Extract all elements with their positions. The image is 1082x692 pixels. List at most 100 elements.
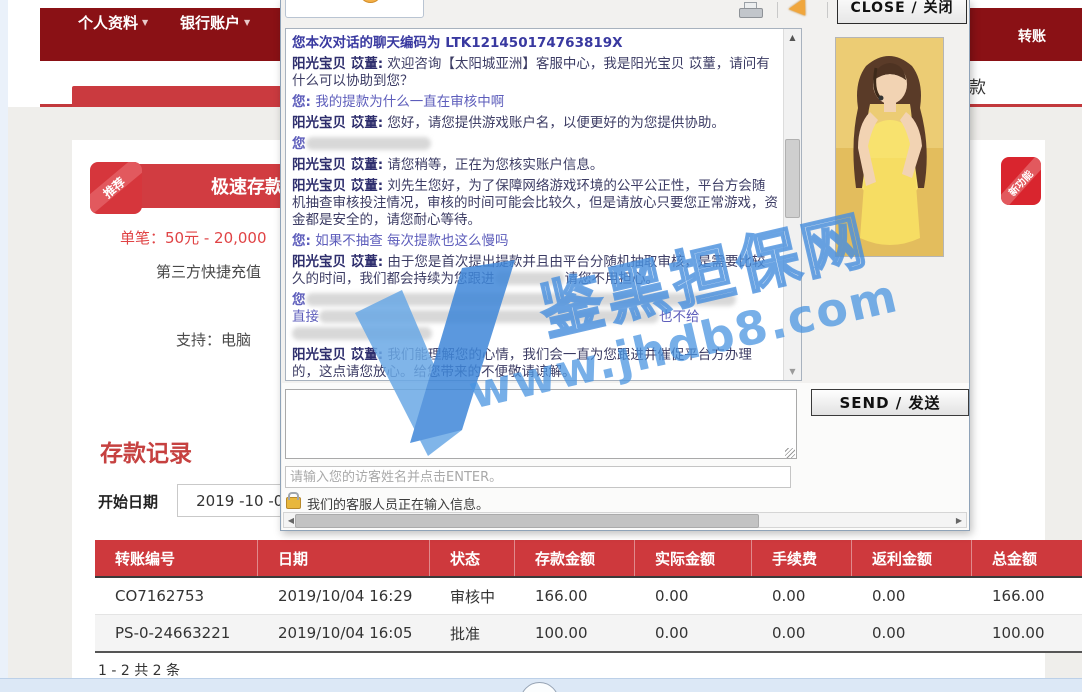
chevron-down-icon: ▼ — [142, 18, 148, 27]
message-text: 请您不用担心。 — [565, 271, 660, 287]
table-cell: 批准 — [430, 615, 515, 651]
table-cell: 0.00 — [752, 615, 852, 651]
chat-message: 阳光宝贝 苡蕫: 您好，请您提供游戏账户名，以便更好的为您提供协助。 — [292, 115, 778, 132]
agent-photo — [835, 37, 944, 257]
table-cell: 2019/10/04 16:05 — [258, 615, 430, 651]
scrollbar-thumb[interactable] — [785, 139, 800, 218]
chat-message: 阳光宝贝 苡蕫: 请您稍等，正在为您核实账户信息。 — [292, 157, 778, 174]
message-sender: 阳光宝贝 苡蕫: — [292, 254, 383, 270]
horizontal-scrollbar[interactable]: ◀ ▶ — [283, 512, 967, 528]
chat-message: 您: 我的提款为什么一直在审核中啊 — [292, 94, 778, 111]
message-sender: 阳光宝贝 苡蕫: — [292, 56, 383, 72]
table-cell: 0.00 — [852, 578, 972, 614]
message-text: 请您稍等，正在为您核实账户信息。 — [383, 157, 603, 173]
table-cell: CO7162753 — [95, 578, 258, 614]
nav-item-transfer[interactable]: 转账 — [1018, 26, 1046, 46]
chat-message: 阳光宝贝 苡蕫: 由于您是首次提出提款并且由平台分随机抽取审核，是需要比较久的时… — [292, 254, 778, 288]
badge-label: 新功能 — [1001, 163, 1039, 203]
deposit-table: 转账编号日期状态存款金额实际金额手续费返利金额总金额 CO71627532019… — [95, 540, 1082, 653]
chevron-down-icon: ▼ — [244, 18, 250, 27]
recommended-ribbon: 推荐 — [90, 162, 142, 214]
chat-log-panel: 您本次对话的聊天编码为 LTK121450174763819X 阳光宝贝 苡蕫: … — [285, 28, 802, 381]
deposit-support-text: 支持：电脑 — [176, 329, 251, 350]
chat-window: CLOSE / 关闭 您本次对话的聊天编码为 LTK12145017476381… — [280, 0, 970, 531]
table-cell: 2019/10/04 16:29 — [258, 578, 430, 614]
redacted-text — [292, 327, 432, 340]
chat-message: 您 — [292, 136, 778, 153]
message-sender: 阳光宝贝 苡蕫: — [292, 347, 383, 363]
vertical-scrollbar[interactable]: ▲ ▼ — [783, 29, 801, 380]
toolbar-divider — [827, 2, 828, 18]
column-header: 总金额 — [972, 540, 1082, 576]
table-cell: 100.00 — [972, 615, 1082, 651]
typing-notice: 我们的客服人员正在输入信息。 — [307, 494, 489, 513]
message-text: 我的提款为什么一直在审核中啊 — [311, 94, 504, 110]
scroll-right-icon[interactable]: ▶ — [952, 513, 966, 527]
message-sender: 您: — [292, 233, 311, 249]
column-header: 转账编号 — [95, 540, 258, 576]
table-cell: 0.00 — [852, 615, 972, 651]
message-sender: 阳光宝贝 苡蕫: — [292, 178, 383, 194]
redacted-text — [306, 137, 431, 150]
resize-handle-icon[interactable] — [785, 448, 795, 458]
nav-item-profile[interactable]: 个人资料 ▼ — [78, 12, 148, 33]
redacted-text — [495, 272, 565, 285]
column-header: 日期 — [258, 540, 430, 576]
column-header: 状态 — [430, 540, 515, 576]
chat-message: 阳光宝贝 苡蕫: 我们能理解您的心情，我们会一直为您跟进并催促平台方办理的，这点… — [292, 347, 778, 381]
tab-partial-label[interactable]: 款 — [969, 73, 986, 98]
column-header: 存款金额 — [515, 540, 635, 576]
toolbar-divider — [777, 2, 778, 18]
redacted-text — [306, 293, 736, 306]
deposit-limit-text: 单笔：50元 - 20,000 — [120, 227, 267, 248]
print-icon[interactable] — [739, 2, 763, 18]
scroll-up-icon[interactable]: ▲ — [784, 29, 801, 46]
nav-item-label: 个人资料 — [78, 12, 138, 33]
table-row: PS-0-246632212019/10/04 16:05批准100.000.0… — [95, 615, 1082, 653]
column-header: 返利金额 — [852, 540, 972, 576]
message-textarea[interactable] — [285, 389, 797, 459]
message-text: 直接 — [292, 309, 319, 325]
message-sender: 您: — [292, 94, 311, 110]
hscrollbar-thumb[interactable] — [295, 514, 759, 528]
send-button[interactable]: SEND / 发送 — [811, 389, 969, 416]
table-cell: 166.00 — [515, 578, 635, 614]
pagination-text: 1 - 2 共 2 条 — [98, 660, 180, 680]
column-header: 手续费 — [752, 540, 852, 576]
chat-message: 您本次对话的聊天编码为 LTK121450174763819X — [292, 35, 778, 52]
nav-item-label: 银行账户 — [180, 12, 240, 33]
table-cell: 0.00 — [635, 578, 752, 614]
chat-message: 阳光宝贝 苡蕫: 欢迎咨询【太阳城亚洲】客服中心，我是阳光宝贝 苡蕫，请问有什么… — [292, 56, 778, 90]
send-transcript-icon[interactable] — [789, 0, 814, 21]
table-row: CO71627532019/10/04 16:29审核中166.000.000.… — [95, 578, 1082, 615]
new-feature-badge: 新功能 — [1001, 157, 1041, 205]
redacted-text — [319, 310, 659, 323]
visitor-name-input[interactable] — [285, 466, 791, 488]
agent-photo-graphic — [836, 38, 943, 256]
table-cell: PS-0-24663221 — [95, 615, 258, 651]
message-sender: 阳光宝贝 苡蕫: — [292, 157, 383, 173]
close-button[interactable]: CLOSE / 关闭 — [837, 0, 967, 24]
table-body: CO71627532019/10/04 16:29审核中166.000.000.… — [95, 578, 1082, 653]
message-sender: 您 — [292, 136, 306, 152]
chat-message: 您: 如果不抽查 每次提款也这么慢吗 — [292, 233, 778, 250]
printer-body — [739, 8, 763, 18]
chat-message: 阳光宝贝 苡蕫: 刘先生您好，为了保障网络游戏环境的公平公正性，平台方会随机抽查… — [292, 178, 778, 229]
message-sender: 您 — [292, 292, 306, 308]
records-title: 存款记录 — [100, 434, 192, 468]
lock-icon — [286, 497, 301, 509]
message-text: 也不给 — [659, 309, 700, 325]
deposit-method-text: 第三方快捷充值 — [156, 261, 261, 282]
message-sender: 阳光宝贝 苡蕫: — [292, 115, 383, 131]
table-cell: 审核中 — [430, 578, 515, 614]
message-text: 如果不抽查 每次提款也这么慢吗 — [311, 233, 509, 249]
column-header: 实际金额 — [635, 540, 752, 576]
table-cell: 100.00 — [515, 615, 635, 651]
table-cell: 166.00 — [972, 578, 1082, 614]
scroll-down-icon[interactable]: ▼ — [784, 363, 801, 380]
quick-message-input[interactable] — [285, 0, 424, 18]
table-header-row: 转账编号日期状态存款金额实际金额手续费返利金额总金额 — [95, 540, 1082, 578]
emoji-icon — [359, 0, 382, 3]
chat-message: 您直接 也不给 — [292, 292, 778, 343]
nav-item-bank-account[interactable]: 银行账户 ▼ — [180, 12, 250, 33]
